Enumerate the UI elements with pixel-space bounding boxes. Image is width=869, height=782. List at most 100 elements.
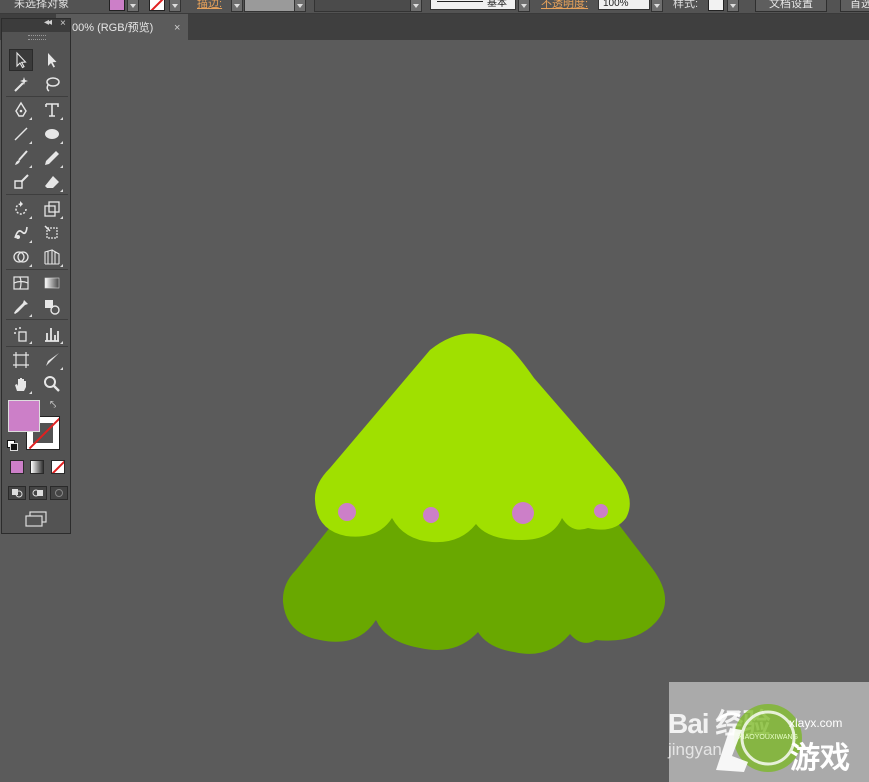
lasso-icon (46, 77, 60, 92)
magic-wand-tool[interactable] (9, 73, 33, 95)
pen-tool[interactable] (9, 99, 33, 121)
mesh-tool[interactable] (9, 272, 33, 294)
tool-separator (6, 96, 68, 97)
none-slash-icon (52, 461, 64, 473)
draw-behind-button[interactable] (29, 486, 47, 500)
eyedropper-icon (14, 300, 28, 314)
rotate-tool[interactable] (9, 198, 33, 220)
tree-upper-tier[interactable] (314, 333, 630, 543)
lasso-tool[interactable] (40, 73, 64, 95)
flyout-indicator (60, 264, 63, 267)
symbol-sprayer-tool[interactable] (9, 323, 33, 345)
color-mode-button[interactable] (10, 460, 24, 474)
flyout-indicator (29, 391, 32, 394)
eyedropper-tool[interactable] (9, 296, 33, 318)
default-fill-stroke-icon[interactable] (7, 440, 18, 451)
tool-separator (6, 269, 68, 270)
magic-wand-icon (14, 77, 28, 92)
slice-tool[interactable] (40, 349, 64, 371)
default-stroke-square (10, 443, 18, 451)
eraser-icon (45, 176, 59, 188)
flyout-indicator (60, 141, 63, 144)
tools-panel-header[interactable]: ◂◂ × (2, 17, 70, 32)
fill-swatch[interactable] (8, 400, 40, 432)
flyout-indicator (29, 341, 32, 344)
blob-brush-icon (14, 174, 29, 189)
eraser-tool[interactable] (40, 171, 64, 193)
flyout-indicator (60, 117, 63, 120)
blend-icon (45, 300, 60, 315)
gradient-mode-button[interactable] (30, 460, 44, 474)
draw-inside-button[interactable] (50, 486, 68, 500)
pencil-tool[interactable] (40, 147, 64, 169)
ornament-dot[interactable] (338, 503, 356, 521)
magnifier-icon (44, 376, 60, 392)
pencil-icon (45, 151, 59, 165)
collapse-icon[interactable]: ◂◂ (44, 17, 52, 28)
none-mode-button[interactable] (51, 460, 65, 474)
close-icon[interactable]: × (60, 18, 66, 29)
ellipse-icon (45, 129, 59, 139)
draw-normal-icon (12, 489, 23, 498)
tool-separator (6, 346, 68, 347)
draw-inside-icon (55, 489, 63, 497)
perspective-grid-tool[interactable] (40, 246, 64, 268)
paintbrush-tool[interactable] (9, 147, 33, 169)
ornament-dot[interactable] (594, 504, 608, 518)
flyout-indicator (29, 264, 32, 267)
ornament-dot[interactable] (512, 502, 534, 524)
gradient-tool[interactable] (40, 272, 64, 294)
flyout-indicator (29, 314, 32, 317)
site-watermark-text: xlayx.com (789, 716, 843, 730)
flyout-indicator (29, 216, 32, 219)
shape-builder-tool[interactable] (9, 246, 33, 268)
zoom-tool[interactable] (40, 373, 64, 395)
direct-selection-arrow-icon (48, 53, 57, 68)
warp-icon (14, 226, 28, 239)
screen-mode-icon[interactable] (24, 511, 48, 527)
direct-selection-tool[interactable] (40, 49, 64, 71)
column-graph-icon (45, 328, 59, 342)
flyout-indicator (60, 216, 63, 219)
warp-tool[interactable] (9, 222, 33, 244)
game-watermark-text: 游戏 (790, 742, 850, 775)
tool-separator (6, 319, 68, 320)
tool-separator (6, 194, 68, 195)
type-tool[interactable] (40, 99, 64, 121)
flyout-indicator (60, 341, 63, 344)
free-transform-icon (44, 225, 58, 239)
symbol-sprayer-icon (14, 327, 27, 342)
line-segment-tool[interactable] (9, 123, 33, 145)
flyout-indicator (29, 165, 32, 168)
free-transform-tool[interactable] (40, 222, 64, 244)
scale-tool[interactable] (40, 198, 64, 220)
draw-behind-icon (32, 489, 43, 497)
artboard-icon (13, 352, 29, 368)
artboard-tool[interactable] (9, 349, 33, 371)
swap-fill-stroke-icon[interactable]: ⤣ (50, 399, 56, 412)
flyout-indicator (60, 165, 63, 168)
blob-brush-tool[interactable] (9, 171, 33, 193)
ellipse-tool[interactable] (40, 123, 64, 145)
column-graph-tool[interactable] (40, 323, 64, 345)
flyout-indicator (60, 367, 63, 370)
hand-tool[interactable] (9, 373, 33, 395)
flyout-indicator (29, 117, 32, 120)
flyout-indicator (60, 189, 63, 192)
draw-normal-button[interactable] (8, 486, 26, 500)
pen-nib-icon (15, 101, 27, 117)
shape-builder-icon (13, 251, 29, 263)
slice-knife-icon (46, 353, 59, 366)
selection-tool[interactable] (9, 49, 33, 71)
rotate-icon (15, 201, 27, 215)
ornament-dot[interactable] (423, 507, 439, 523)
artwork-canvas (282, 333, 666, 654)
panel-grip[interactable] (28, 35, 46, 40)
blend-tool[interactable] (40, 296, 64, 318)
tools-panel: ◂◂ × ⤣ (1, 17, 71, 534)
flyout-indicator (29, 240, 32, 243)
hand-icon (15, 378, 26, 391)
line-icon (14, 127, 28, 141)
paintbrush-icon (15, 150, 28, 165)
perspective-grid-icon (44, 249, 60, 265)
